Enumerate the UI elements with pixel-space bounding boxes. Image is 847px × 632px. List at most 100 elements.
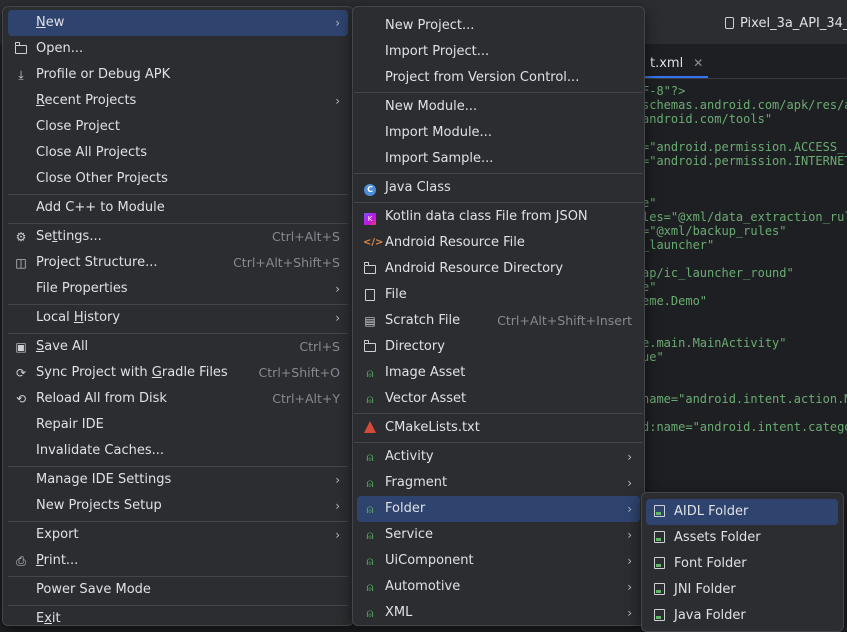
menu-item-java-class[interactable]: C Java Class	[357, 175, 640, 201]
chevron-right-icon: ›	[335, 473, 340, 487]
android-folder-icon	[652, 609, 666, 623]
menu-item-java-folder[interactable]: Java Folder	[646, 603, 838, 629]
code-line: schemas.android.com/apk/res/an	[642, 98, 847, 112]
menu-item-profile-debug-apk[interactable]: ⤓ Profile or Debug APK	[8, 62, 348, 88]
menu-item-image-asset[interactable]: ⍝ Image Asset	[357, 360, 640, 386]
code-line: ue"	[642, 350, 664, 364]
menu-item-label: Android Resource File	[385, 235, 525, 250]
menu-separator	[354, 442, 643, 443]
menu-item-xml[interactable]: ⍝ XML ›	[357, 600, 640, 626]
menu-item-new-module[interactable]: New Module...	[357, 94, 640, 120]
menu-item-repair-ide[interactable]: Repair IDE	[8, 412, 348, 438]
aidl-folder-icon	[652, 505, 666, 519]
menu-item-import-sample[interactable]: Import Sample...	[357, 146, 640, 172]
chevron-right-icon: ›	[335, 94, 340, 108]
project-structure-icon: ◫	[15, 256, 27, 270]
menu-item-close-all-projects[interactable]: Close All Projects	[8, 140, 348, 166]
menu-item-invalidate-caches[interactable]: Invalidate Caches...	[8, 438, 348, 464]
code-line: les="@xml/data_extraction_rule	[642, 210, 847, 224]
shortcut-label: Ctrl+Alt+Y	[272, 391, 340, 406]
code-line: ="android.permission.INTERNET	[642, 154, 847, 168]
menu-item-label: Project Structure...	[36, 255, 158, 270]
menu-item-automotive[interactable]: ⍝ Automotive ›	[357, 574, 640, 600]
menu-item-label: Import Project...	[385, 44, 490, 59]
menu-item-project-from-vcs[interactable]: Project from Version Control...	[357, 65, 640, 91]
menu-item-activity[interactable]: ⍝ Activity ›	[357, 444, 640, 470]
menu-item-close-project[interactable]: Close Project	[8, 114, 348, 140]
shortcut-label: Ctrl+S	[299, 339, 340, 354]
menu-item-android-resource-file[interactable]: </> Android Resource File	[357, 230, 640, 256]
menu-item-label: Folder	[385, 501, 426, 516]
menu-item-settings[interactable]: ⚙ Settings... Ctrl+Alt+S	[8, 224, 348, 250]
folder-icon	[363, 262, 377, 276]
menu-item-manage-ide-settings[interactable]: Manage IDE Settings ›	[8, 467, 348, 493]
menu-item-vector-asset[interactable]: ⍝ Vector Asset	[357, 386, 640, 412]
folder-icon	[14, 42, 28, 56]
menu-item-add-cpp-to-module[interactable]: Add C++ to Module	[8, 195, 348, 221]
menu-item-directory[interactable]: Directory	[357, 334, 640, 360]
menu-item-scratch-file[interactable]: ▤ Scratch File Ctrl+Alt+Shift+Insert	[357, 308, 640, 334]
new-submenu: New Project... Import Project... Project…	[352, 6, 645, 626]
menu-item-label: Manage IDE Settings	[36, 472, 172, 487]
menu-item-label: Service	[385, 527, 434, 542]
menu-item-import-project[interactable]: Import Project...	[357, 39, 640, 65]
menu-item-label: Recent Projects	[36, 93, 137, 108]
menu-item-new-project[interactable]: New Project...	[357, 13, 640, 39]
menu-item-print[interactable]: ⎙ Print...	[8, 548, 348, 574]
shortcut-label: Ctrl+Alt+Shift+Insert	[497, 313, 632, 328]
menu-item-exit[interactable]: Exit	[8, 606, 348, 632]
file-menu: New › Open... ⤓ Profile or Debug APK Recen…	[2, 6, 354, 626]
folder-icon	[363, 340, 377, 354]
menu-item-label: Kotlin data class File from JSON	[385, 209, 588, 224]
menu-item-label: Font Folder	[674, 556, 747, 571]
menu-item-project-structure[interactable]: ◫ Project Structure... Ctrl+Alt+Shift+S	[8, 250, 348, 276]
menu-item-open[interactable]: Open...	[8, 36, 348, 62]
menu-item-label: Local History	[36, 310, 121, 325]
menu-item-import-module[interactable]: Import Module...	[357, 120, 640, 146]
android-folder-icon	[652, 557, 666, 571]
menu-item-kotlin-data-class[interactable]: K Kotlin data class File from JSON	[357, 204, 640, 230]
cmake-icon	[363, 421, 377, 435]
menu-item-reload-from-disk[interactable]: ⟲ Reload All from Disk Ctrl+Alt+Y	[8, 386, 348, 412]
gradle-sync-icon: ⟳	[15, 366, 27, 380]
chevron-right-icon: ›	[335, 499, 340, 513]
menu-item-aidl-folder[interactable]: AIDL Folder	[646, 499, 838, 525]
menu-item-label: Sync Project with Gradle Files	[36, 365, 228, 380]
menu-item-close-other-projects[interactable]: Close Other Projects	[8, 166, 348, 192]
chevron-right-icon: ›	[627, 502, 632, 516]
menu-item-android-resource-directory[interactable]: Android Resource Directory	[357, 256, 640, 282]
menu-item-jni-folder[interactable]: JNI Folder	[646, 577, 838, 603]
menu-item-assets-folder[interactable]: Assets Folder	[646, 525, 838, 551]
menu-item-label: Close Other Projects	[36, 171, 168, 186]
menu-item-label: Image Asset	[385, 365, 466, 380]
device-icon	[725, 17, 734, 29]
device-selector[interactable]: Pixel_3a_API_34_	[725, 16, 847, 31]
menu-item-new-projects-setup[interactable]: New Projects Setup ›	[8, 493, 348, 519]
menu-item-cmakelists[interactable]: CMakeLists.txt	[357, 415, 640, 441]
menu-item-file-properties[interactable]: File Properties ›	[8, 276, 348, 302]
menu-item-export[interactable]: Export ›	[8, 522, 348, 548]
menu-item-file[interactable]: File	[357, 282, 640, 308]
save-icon: ▣	[15, 340, 27, 354]
tab-label: t.xml	[650, 56, 684, 71]
android-folder-icon	[652, 531, 666, 545]
menu-item-recent-projects[interactable]: Recent Projects ›	[8, 88, 348, 114]
menu-item-label: New	[36, 15, 65, 30]
chevron-right-icon: ›	[627, 580, 632, 594]
menu-separator	[354, 173, 643, 174]
menu-item-label: Repair IDE	[36, 417, 104, 432]
menu-item-power-save-mode[interactable]: Power Save Mode	[8, 577, 348, 603]
menu-item-folder[interactable]: ⍝ Folder ›	[357, 496, 640, 522]
menu-separator	[354, 413, 643, 414]
menu-item-local-history[interactable]: Local History ›	[8, 305, 348, 331]
menu-item-font-folder[interactable]: Font Folder	[646, 551, 838, 577]
menu-item-save-all[interactable]: ▣ Save All Ctrl+S	[8, 334, 348, 360]
menu-item-new[interactable]: New ›	[8, 10, 348, 36]
menu-item-label: Power Save Mode	[36, 582, 151, 597]
editor-tab[interactable]: t.xml ✕	[650, 56, 703, 71]
menu-item-sync-gradle[interactable]: ⟳ Sync Project with Gradle Files Ctrl+Shif…	[8, 360, 348, 386]
close-icon[interactable]: ✕	[693, 56, 703, 70]
menu-item-service[interactable]: ⍝ Service ›	[357, 522, 640, 548]
menu-item-uicomponent[interactable]: ⍝ UiComponent ›	[357, 548, 640, 574]
menu-item-fragment[interactable]: ⍝ Fragment ›	[357, 470, 640, 496]
